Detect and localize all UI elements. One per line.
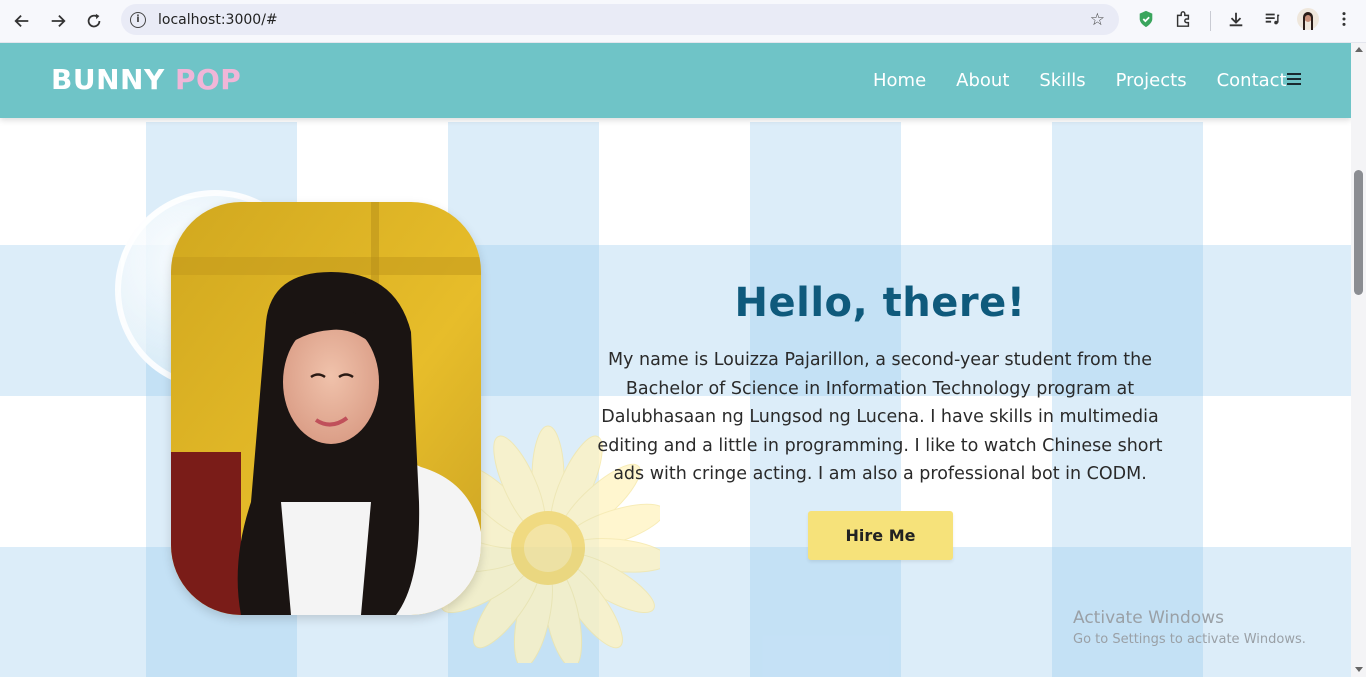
browser-toolbar: i localhost:3000/# ☆ (0, 0, 1366, 43)
logo-text-pop: POP (174, 63, 242, 96)
site-logo[interactable]: BUNNY POP (51, 63, 241, 96)
activate-windows-watermark: Activate Windows Go to Settings to activ… (1073, 608, 1306, 647)
reload-button[interactable] (76, 3, 112, 39)
hamburger-menu-icon[interactable] (1287, 73, 1301, 85)
page-viewport: BUNNY POP Home About Skills Projects Con… (0, 43, 1351, 677)
scrollbar-thumb[interactable] (1354, 170, 1363, 295)
more-menu-icon[interactable] (1333, 8, 1355, 30)
watermark-subtitle: Go to Settings to activate Windows. (1073, 632, 1306, 647)
nav-skills[interactable]: Skills (1039, 70, 1085, 91)
hero-description: My name is Louizza Pajarillon, a second-… (597, 350, 1163, 484)
profile-photo (171, 202, 481, 615)
hero-title: Hello, there! (734, 280, 1026, 326)
site-header: BUNNY POP Home About Skills Projects Con… (0, 43, 1351, 118)
scroll-down-arrow-icon[interactable] (1355, 667, 1363, 672)
address-bar[interactable]: i localhost:3000/# ☆ (121, 4, 1119, 35)
extensions-puzzle-icon[interactable] (1172, 8, 1194, 30)
watermark-title: Activate Windows (1073, 608, 1224, 628)
arrow-left-icon (14, 14, 29, 28)
site-info-icon[interactable]: i (130, 11, 146, 28)
media-playlist-icon[interactable] (1261, 8, 1283, 30)
forward-button[interactable] (40, 3, 76, 39)
toolbar-separator (1210, 11, 1211, 31)
star-icon[interactable]: ☆ (1090, 10, 1105, 30)
nav-home[interactable]: Home (873, 70, 926, 91)
nav-about[interactable]: About (956, 70, 1009, 91)
nav-contact[interactable]: Contact (1217, 70, 1287, 91)
main-nav: Home About Skills Projects Contact (873, 70, 1287, 91)
url-text: localhost:3000/# (158, 11, 278, 28)
shield-extension-icon[interactable] (1135, 8, 1157, 30)
hire-me-button[interactable]: Hire Me (808, 511, 953, 560)
nav-projects[interactable]: Projects (1116, 70, 1187, 91)
arrow-right-icon (51, 14, 66, 28)
scroll-up-arrow-icon[interactable] (1355, 47, 1363, 52)
logo-text-bunny: BUNNY (51, 63, 165, 96)
reload-icon (87, 13, 101, 28)
profile-avatar[interactable] (1297, 8, 1319, 30)
scrollbar-track[interactable] (1351, 43, 1366, 677)
back-button[interactable] (4, 3, 40, 39)
download-icon[interactable] (1225, 8, 1247, 30)
